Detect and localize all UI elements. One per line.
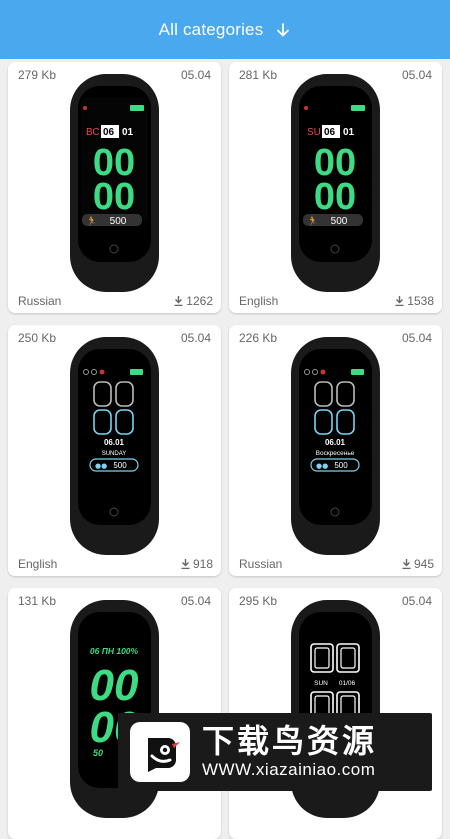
download-icon	[174, 296, 183, 306]
download-icon	[395, 296, 404, 306]
download-count: 945	[402, 557, 434, 571]
file-size: 281 Kb	[239, 68, 278, 82]
language-label: English	[239, 294, 279, 308]
watchface-preview: 06.01 Воскресенье ●● 500	[291, 337, 380, 555]
weekday-label: SU	[307, 127, 321, 138]
watchface-card[interactable]: 226 Kb 05.04 06.01 Воскресенье ●● 500 Ru…	[229, 325, 442, 576]
steps-label: 50	[93, 748, 103, 758]
steps-label: 500	[113, 461, 127, 470]
download-count-value: 918	[192, 557, 213, 571]
watermark-url: WWW.xiazainiao.com	[202, 760, 376, 779]
steps-label: 500	[331, 216, 348, 227]
steps-label: 500	[334, 461, 348, 470]
svg-text:🏃: 🏃	[86, 215, 97, 227]
upload-date: 05.04	[180, 68, 211, 82]
svg-text:●●: ●●	[95, 462, 107, 470]
file-size: 226 Kb	[239, 331, 278, 345]
month-label: 01	[343, 127, 355, 138]
weekday-label: ВС	[86, 127, 100, 138]
download-count-value: 1538	[407, 294, 434, 308]
language-label: Russian	[239, 557, 283, 571]
svg-text:🏃: 🏃	[307, 215, 318, 227]
watchface-preview: ВС 06 01 00 00 🏃 500	[70, 74, 159, 292]
minutes-label: 00	[93, 176, 135, 218]
watchface-card[interactable]: 250 Kb 05.04 06.01 SUNDAY ●● 500 English…	[8, 325, 221, 576]
date-label: 06	[324, 127, 336, 138]
download-count: 918	[181, 557, 213, 571]
file-size: 131 Kb	[18, 594, 57, 608]
language-label: English	[18, 557, 58, 571]
watchface-preview: SU 06 01 00 00 🏃 500	[291, 74, 380, 292]
category-title: All categories	[158, 19, 264, 39]
date-label: 06	[103, 127, 115, 138]
category-selector[interactable]: All categories	[0, 0, 450, 59]
upload-date: 05.04	[180, 331, 211, 345]
download-count-value: 945	[413, 557, 434, 571]
download-count: 1538	[395, 294, 434, 308]
download-icon	[402, 559, 411, 569]
date-label: 06.01	[104, 438, 125, 447]
arrow-down-icon	[277, 22, 290, 36]
file-size: 279 Kb	[18, 68, 57, 82]
steps-label: 500	[110, 216, 127, 227]
watchface-card[interactable]: 281 Kb 05.04 SU 06 01 00 00 🏃 500 Englis…	[229, 62, 442, 313]
watermark-banner: 下载鸟资源 WWW.xiazainiao.com	[118, 713, 432, 791]
upload-date: 05.04	[401, 68, 432, 82]
date-label: 06.01	[325, 438, 346, 447]
watchface-card[interactable]: 279 Kb 05.04 ВС 06 01 00 00 🏃 500 Russia…	[8, 62, 221, 313]
month-label: 01	[122, 127, 134, 138]
file-size: 250 Kb	[18, 331, 57, 345]
watchface-preview: 06.01 SUNDAY ●● 500	[70, 337, 159, 555]
minutes-label: 00	[314, 176, 356, 218]
status-line: 06 ПН 100%	[90, 646, 139, 656]
download-count: 1262	[174, 294, 213, 308]
language-label: Russian	[18, 294, 62, 308]
bird-logo-icon	[130, 722, 190, 782]
file-size: 295 Kb	[239, 594, 278, 608]
weekday-label: SUNDAY	[102, 451, 127, 457]
weekday-label: Воскресенье	[316, 450, 355, 457]
upload-date: 05.04	[180, 594, 211, 608]
date-label: 01/06	[339, 680, 356, 687]
weekday-label: SUN	[314, 680, 328, 687]
watermark-title: 下载鸟资源	[202, 722, 378, 760]
download-icon	[181, 559, 190, 569]
upload-date: 05.04	[401, 594, 432, 608]
svg-text:●●: ●●	[316, 462, 328, 470]
download-count-value: 1262	[186, 294, 213, 308]
upload-date: 05.04	[401, 331, 432, 345]
